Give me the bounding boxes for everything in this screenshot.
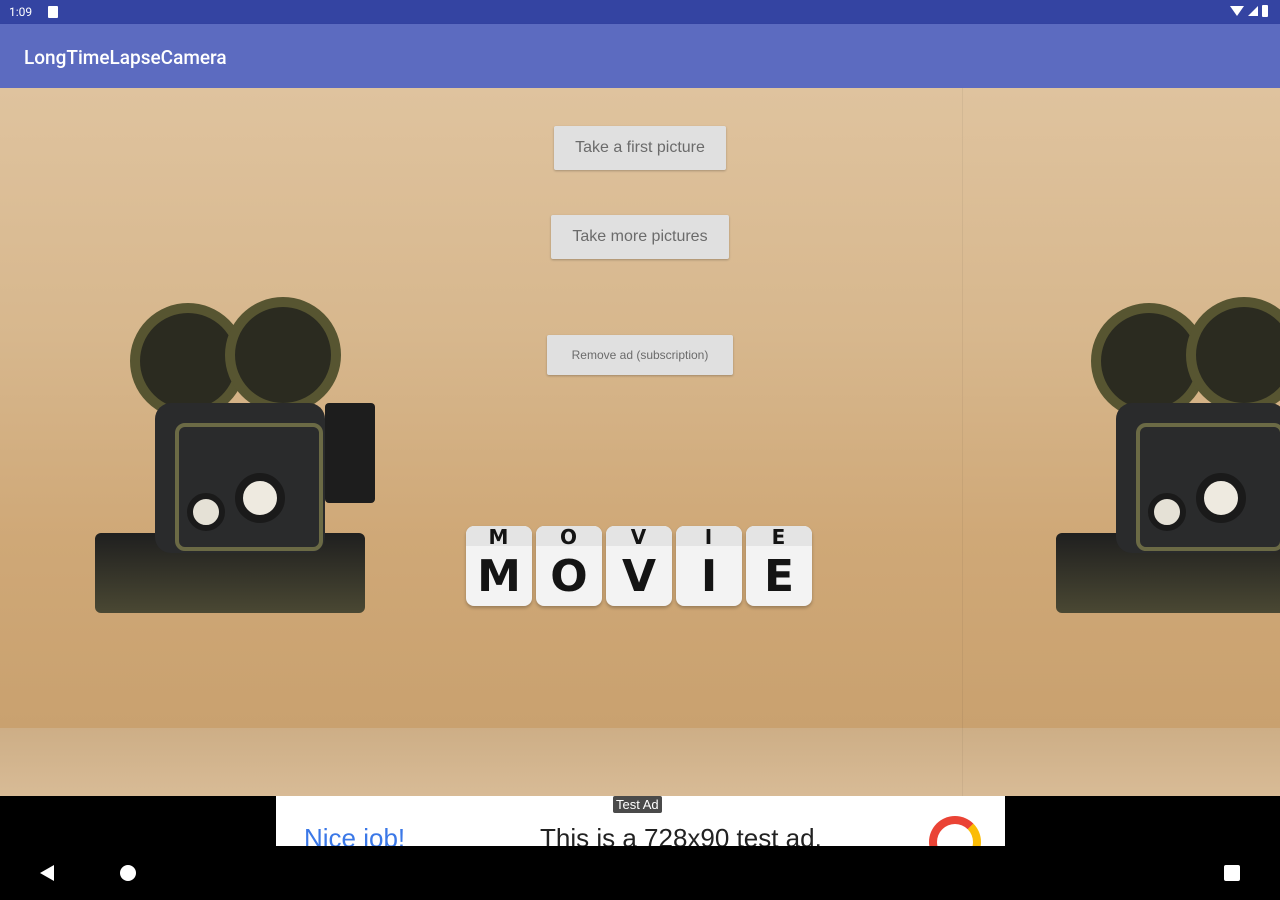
die-front-letter: I bbox=[700, 551, 718, 602]
sd-card-icon bbox=[48, 6, 58, 18]
status-icons bbox=[1230, 5, 1268, 17]
signal-icon bbox=[1248, 6, 1258, 16]
wifi-icon bbox=[1230, 6, 1244, 16]
die-top-letter: V bbox=[606, 526, 672, 548]
die-top-letter: E bbox=[746, 526, 812, 548]
ad-headline[interactable]: Nice job! bbox=[304, 823, 405, 846]
navigation-bar bbox=[0, 846, 1280, 900]
projector-figurine bbox=[95, 297, 395, 633]
die-front-letter: M bbox=[477, 551, 521, 602]
back-icon[interactable] bbox=[40, 865, 54, 881]
take-first-picture-button[interactable]: Take a first picture bbox=[554, 126, 726, 170]
battery-icon bbox=[1262, 5, 1268, 17]
app-title: LongTimeLapseCamera bbox=[24, 46, 227, 69]
home-icon[interactable] bbox=[120, 865, 136, 881]
letter-die: O O bbox=[536, 526, 602, 606]
take-more-pictures-button[interactable]: Take more pictures bbox=[551, 215, 729, 259]
die-front-letter: E bbox=[763, 551, 795, 602]
projector-lens bbox=[1196, 473, 1246, 523]
die-front-letter: V bbox=[621, 551, 657, 602]
projector-hood bbox=[325, 403, 375, 503]
letter-die: V V bbox=[606, 526, 672, 606]
projector-reel bbox=[225, 297, 341, 413]
letter-die: I I bbox=[676, 526, 742, 606]
ad-band: Test Ad Nice job! This is a 728x90 test … bbox=[0, 796, 1280, 846]
status-time: 1:09 bbox=[9, 5, 33, 19]
app-bar: LongTimeLapseCamera bbox=[0, 24, 1280, 88]
die-top-letter: M bbox=[466, 526, 532, 548]
letter-die: E E bbox=[746, 526, 812, 606]
ad-logo-icon[interactable] bbox=[929, 816, 981, 846]
movie-dice: M M O O V V I I E E bbox=[466, 526, 812, 606]
projector-lens bbox=[235, 473, 285, 523]
projector-lens bbox=[1148, 493, 1186, 531]
die-front-letter: O bbox=[550, 551, 588, 602]
background-photo-right bbox=[962, 88, 1280, 796]
recents-icon[interactable] bbox=[1224, 865, 1240, 881]
projector-figurine bbox=[1056, 297, 1280, 633]
die-top-letter: O bbox=[536, 526, 602, 548]
die-top-letter: I bbox=[676, 526, 742, 548]
projector-reel bbox=[1186, 297, 1280, 413]
background-photo-left: M M O O V V I I E E bbox=[0, 88, 962, 796]
remove-ad-button[interactable]: Remove ad (subscription) bbox=[547, 335, 733, 375]
projector-lens bbox=[187, 493, 225, 531]
status-bar: 1:09 bbox=[0, 0, 1280, 24]
ad-banner[interactable]: Test Ad Nice job! This is a 728x90 test … bbox=[276, 796, 1005, 846]
ad-body-text[interactable]: This is a 728x90 test ad. bbox=[540, 823, 822, 846]
main-content: M M O O V V I I E E Take a first picture… bbox=[0, 88, 1280, 796]
test-ad-label: Test Ad bbox=[613, 796, 662, 813]
letter-die: M M bbox=[466, 526, 532, 606]
